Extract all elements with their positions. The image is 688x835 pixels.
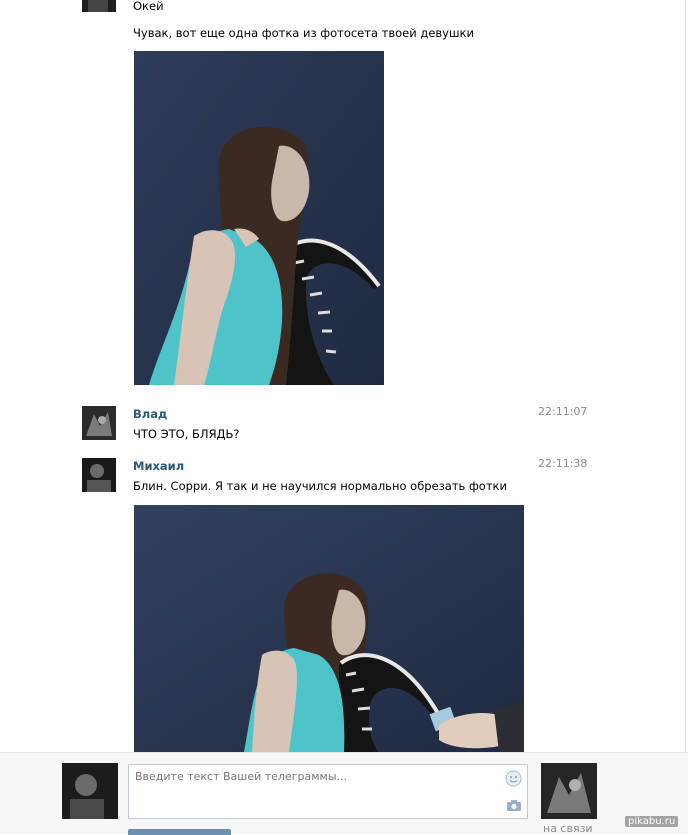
author-link[interactable]: Влад <box>133 407 167 421</box>
attached-photo[interactable] <box>134 51 384 385</box>
message-text: ЧТО ЭТО, БЛЯДЬ? <box>133 427 240 441</box>
online-status: на связи <box>543 822 593 835</box>
message-text: Окей <box>133 0 164 13</box>
my-avatar[interactable] <box>62 763 118 819</box>
message-input-box <box>128 764 528 819</box>
avatar[interactable] <box>82 406 116 440</box>
attached-photo[interactable] <box>134 505 524 752</box>
composer-panel: на связи pikabu.ru <box>0 752 688 835</box>
companion-avatar[interactable] <box>541 763 597 819</box>
message-time: 22:11:07 <box>538 405 588 418</box>
message-input[interactable] <box>129 765 499 818</box>
camera-icon[interactable] <box>506 799 522 812</box>
watermark: pikabu.ru <box>625 816 679 827</box>
smile-icon[interactable] <box>505 770 522 787</box>
message-text: Чувак, вот еще одна фотка из фотосета тв… <box>133 26 474 40</box>
message-history[interactable]: Окей Чувак, вот еще одна фотка из фотосе… <box>0 0 688 752</box>
message-time: 22:11:38 <box>538 457 588 470</box>
page-border <box>685 0 686 752</box>
avatar[interactable] <box>82 458 116 492</box>
message-text: Блин. Сорри. Я так и не научился нормаль… <box>133 479 507 493</box>
author-link[interactable]: Михаил <box>133 459 184 473</box>
send-button[interactable] <box>128 829 231 835</box>
avatar[interactable] <box>82 0 116 12</box>
